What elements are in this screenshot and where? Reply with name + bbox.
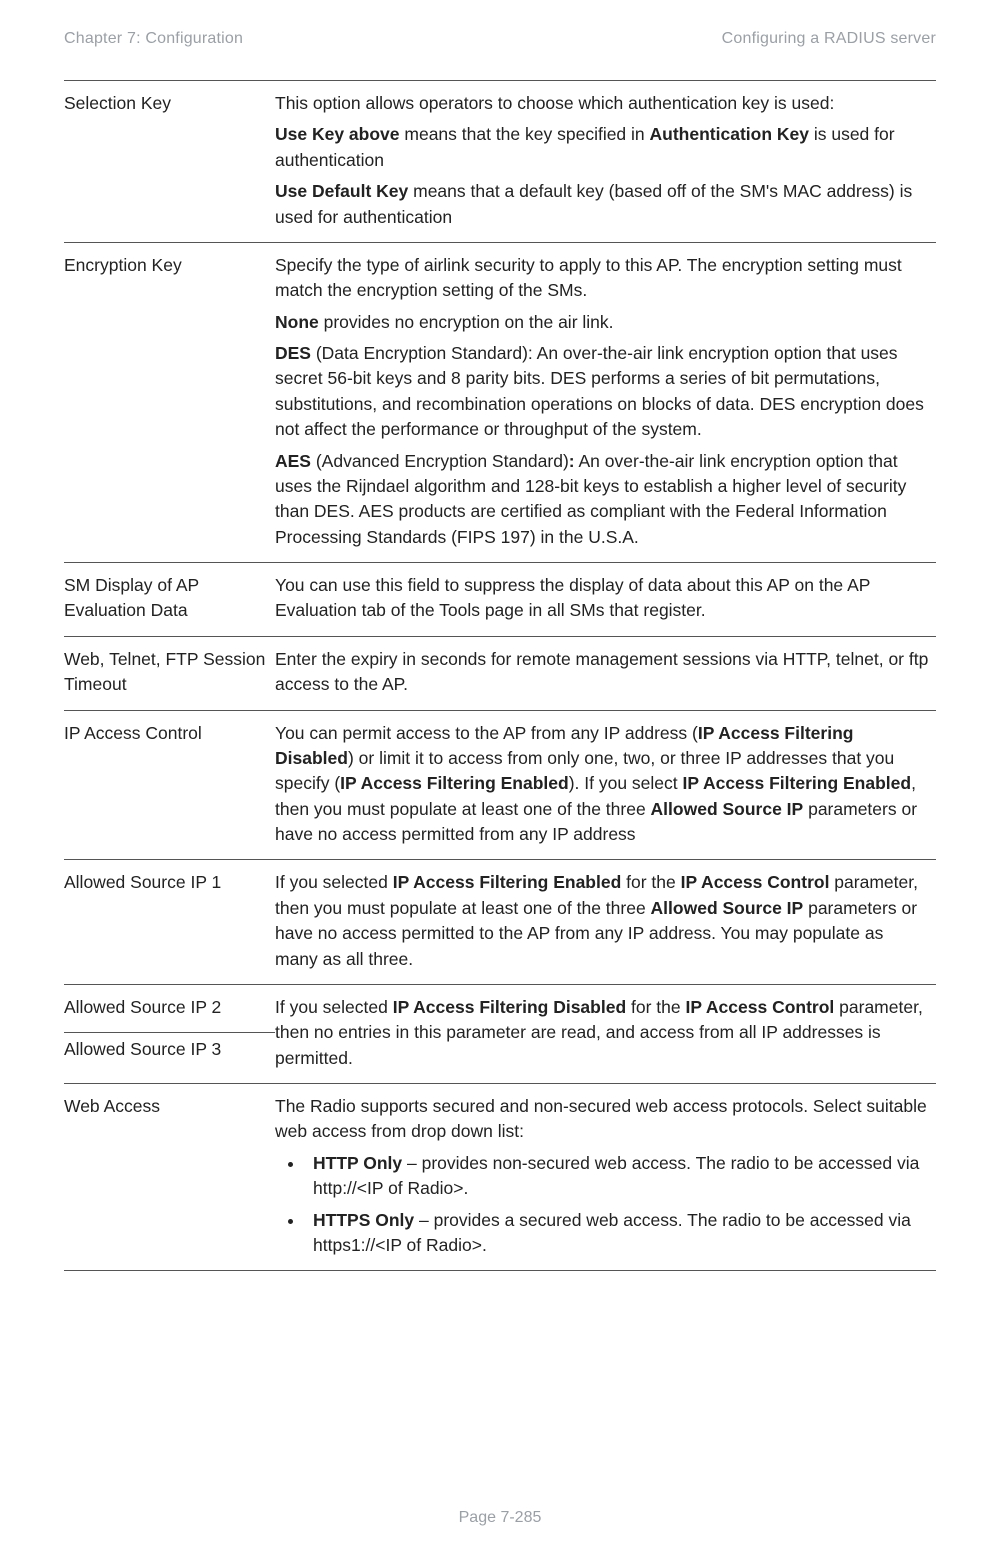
text: Use Key above means that the key specifi… <box>275 122 930 173</box>
desc-encryption-key: Specify the type of airlink security to … <box>275 242 936 562</box>
label-session-timeout: Web, Telnet, FTP Session Timeout <box>64 636 275 710</box>
text: (Advanced Encryption Standard) <box>311 451 569 471</box>
term-ip-filtering-enabled-3: IP Access Filtering Enabled <box>393 872 622 892</box>
term-des: DES <box>275 343 311 363</box>
text: If you selected <box>275 997 393 1017</box>
list-item: HTTP Only – provides non-secured web acc… <box>305 1151 930 1202</box>
text: Use Default Key means that a default key… <box>275 179 930 230</box>
text: If you selected <box>275 872 393 892</box>
row-web-access: Web Access The Radio supports secured an… <box>64 1084 936 1271</box>
desc-session-timeout: Enter the expiry in seconds for remote m… <box>275 636 936 710</box>
text: You can use this field to suppress the d… <box>275 573 930 624</box>
label-encryption-key: Encryption Key <box>64 242 275 562</box>
text: – provides non-secured web access. The r… <box>313 1153 919 1198</box>
desc-selection-key: This option allows operators to choose w… <box>275 81 936 243</box>
row-encryption-key: Encryption Key Specify the type of airli… <box>64 242 936 562</box>
text: If you selected IP Access Filtering Disa… <box>275 995 930 1071</box>
term-none: None <box>275 312 319 332</box>
label-allowed-source-ip-3: Allowed Source IP 3 <box>64 1033 275 1084</box>
text: means that the key specified in <box>400 124 650 144</box>
term-allowed-source-ip-2name: Allowed Source IP <box>651 898 804 918</box>
row-selection-key: Selection Key This option allows operato… <box>64 81 936 243</box>
text: You can permit access to the AP from any… <box>275 723 698 743</box>
term-ip-filtering-enabled-2: IP Access Filtering Enabled <box>683 773 912 793</box>
parameter-table: Selection Key This option allows operato… <box>64 80 936 1271</box>
term-ip-access-control: IP Access Control <box>681 872 830 892</box>
term-ip-filtering-enabled: IP Access Filtering Enabled <box>340 773 569 793</box>
text: (Data Encryption Standard): An over-the-… <box>275 343 924 439</box>
text: ). If you select <box>569 773 683 793</box>
term-allowed-source-ip: Allowed Source IP <box>651 799 804 819</box>
term-ip-access-control-2: IP Access Control <box>685 997 834 1017</box>
text: If you selected IP Access Filtering Enab… <box>275 870 930 972</box>
label-allowed-source-ip-2: Allowed Source IP 2 <box>64 984 275 1032</box>
desc-allowed-source-ip-disabled: If you selected IP Access Filtering Disa… <box>275 984 936 1083</box>
term-use-key-above: Use Key above <box>275 124 400 144</box>
text: Enter the expiry in seconds for remote m… <box>275 647 930 698</box>
desc-sm-display: You can use this field to suppress the d… <box>275 563 936 637</box>
text: None provides no encryption on the air l… <box>275 310 930 335</box>
list-item: HTTPS Only – provides a secured web acce… <box>305 1208 930 1259</box>
document-page: Chapter 7: Configuration Configuring a R… <box>0 0 1000 1555</box>
row-allowed-source-ip-2: Allowed Source IP 2 If you selected IP A… <box>64 984 936 1032</box>
term-authentication-key: Authentication Key <box>650 124 809 144</box>
text: You can permit access to the AP from any… <box>275 721 930 848</box>
desc-allowed-source-ip-1: If you selected IP Access Filtering Enab… <box>275 860 936 985</box>
term-http-only: HTTP Only <box>313 1153 402 1173</box>
text: The Radio supports secured and non-secur… <box>275 1094 930 1145</box>
text: Specify the type of airlink security to … <box>275 253 930 304</box>
text: DES (Data Encryption Standard): An over-… <box>275 341 930 443</box>
desc-web-access: The Radio supports secured and non-secur… <box>275 1084 936 1271</box>
row-ip-access-control: IP Access Control You can permit access … <box>64 710 936 860</box>
header-left: Chapter 7: Configuration <box>64 30 243 48</box>
text: This option allows operators to choose w… <box>275 91 930 116</box>
web-access-list: HTTP Only – provides non-secured web acc… <box>275 1151 930 1259</box>
page-header: Chapter 7: Configuration Configuring a R… <box>64 30 936 48</box>
text: AES (Advanced Encryption Standard): An o… <box>275 449 930 551</box>
label-sm-display: SM Display of AP Evaluation Data <box>64 563 275 637</box>
row-session-timeout: Web, Telnet, FTP Session Timeout Enter t… <box>64 636 936 710</box>
text: for the <box>621 872 680 892</box>
row-sm-display: SM Display of AP Evaluation Data You can… <box>64 563 936 637</box>
row-allowed-source-ip-1: Allowed Source IP 1 If you selected IP A… <box>64 860 936 985</box>
term-https-only: HTTPS Only <box>313 1210 414 1230</box>
page-footer: Page 7-285 <box>0 1509 1000 1527</box>
header-right: Configuring a RADIUS server <box>722 30 936 48</box>
text: for the <box>626 997 685 1017</box>
term-ip-filtering-disabled-2: IP Access Filtering Disabled <box>393 997 626 1017</box>
term-use-default-key: Use Default Key <box>275 181 408 201</box>
label-selection-key: Selection Key <box>64 81 275 243</box>
term-aes: AES <box>275 451 311 471</box>
desc-ip-access-control: You can permit access to the AP from any… <box>275 710 936 860</box>
label-allowed-source-ip-1: Allowed Source IP 1 <box>64 860 275 985</box>
label-ip-access-control: IP Access Control <box>64 710 275 860</box>
label-web-access: Web Access <box>64 1084 275 1271</box>
text: provides no encryption on the air link. <box>319 312 614 332</box>
